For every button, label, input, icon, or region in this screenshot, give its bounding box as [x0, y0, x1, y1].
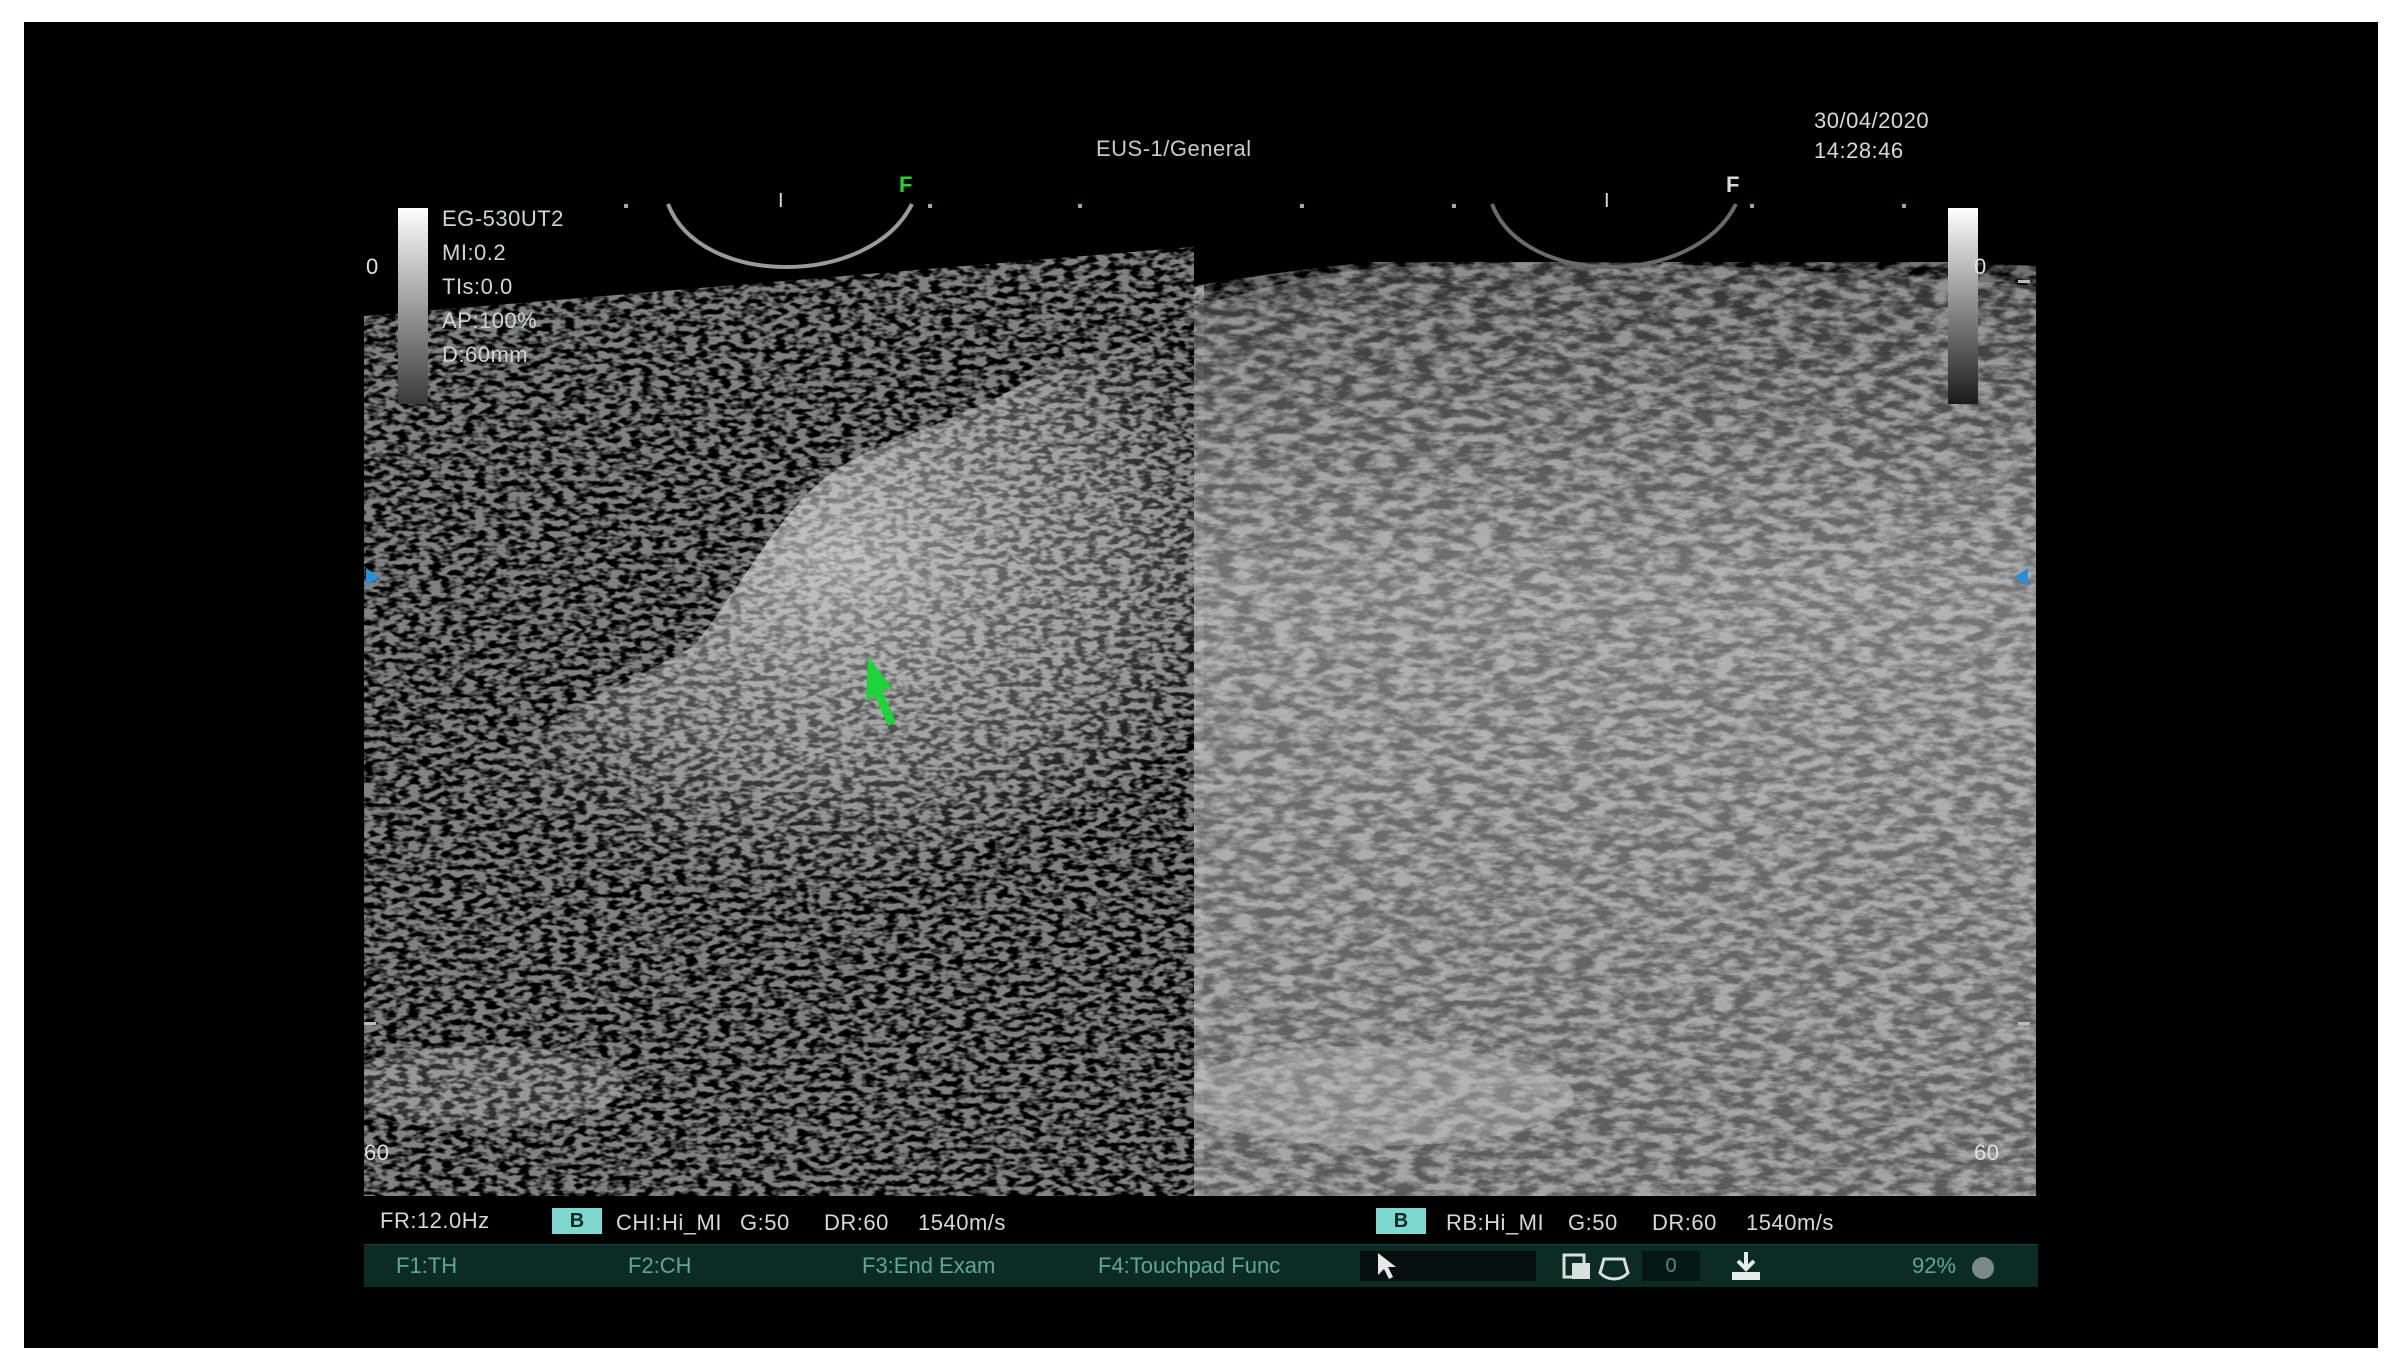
right-sonogram	[1194, 226, 2036, 1196]
left-depth-bottom: 60	[364, 1140, 390, 1165]
right-probe-arc-icon	[1490, 203, 1738, 269]
left-focus-mark: F	[899, 172, 913, 197]
touchpad-cursor-field[interactable]	[1360, 1251, 1536, 1281]
right-sound-speed: 1540m/s	[1746, 1210, 1834, 1235]
left-probe-arc-icon	[666, 203, 914, 269]
datetime: 30/04/2020 14:28:46	[1814, 106, 1929, 166]
right-dynamic-range: DR:60	[1652, 1210, 1717, 1235]
left-dynamic-range: DR:60	[824, 1210, 889, 1235]
left-gain: G:50	[740, 1210, 790, 1235]
left-sound-speed: 1540m/s	[918, 1210, 1006, 1235]
exam-date: 30/04/2020	[1814, 108, 1930, 133]
image-counter: 0	[1642, 1251, 1700, 1281]
thermal-index: TIs:0.0	[442, 274, 513, 299]
depth-setting: D:60mm	[442, 342, 529, 367]
right-gain: G:50	[1568, 1210, 1618, 1235]
save-image-icon[interactable]	[1560, 1249, 1596, 1283]
right-zero-tick	[2018, 280, 2030, 283]
probe-shape-icon[interactable]	[1596, 1249, 1632, 1283]
left-mode-badge: B	[552, 1208, 602, 1234]
left-sonogram	[364, 226, 1204, 1196]
download-icon[interactable]	[1726, 1248, 1766, 1284]
mechanical-index: MI:0.2	[442, 240, 507, 265]
acoustic-power: AP:100%	[442, 308, 538, 333]
pointer-cursor-icon	[1378, 1253, 1396, 1279]
right-center-mark: I	[1604, 190, 1611, 212]
function-key-bar: F1:TH F2:CH F3:End Exam F4:Touchpad Func…	[364, 1244, 2038, 1287]
storage-percent: 92%	[1912, 1253, 1957, 1278]
right-depth-top: 0	[1974, 254, 1987, 279]
right-focus-marker-icon	[2014, 568, 2028, 586]
right-focus-mark: F	[1726, 172, 1740, 197]
left-imaging-mode: CHI:Hi_MI	[616, 1210, 722, 1235]
f4-key[interactable]: F4:Touchpad Func	[1098, 1253, 1280, 1279]
status-row: FR:12.0Hz B CHI:Hi_MI G:50 DR:60 1540m/s…	[24, 1206, 2378, 1240]
left-depth-top: 0	[366, 254, 379, 279]
right-grayscale-bar	[1948, 208, 1978, 404]
status-dot-icon	[1972, 1257, 1994, 1279]
frame-rate: FR:12.0Hz	[380, 1208, 490, 1233]
f2-key[interactable]: F2:CH	[628, 1253, 692, 1279]
ultrasound-screen: EUS-1/General 30/04/2020 14:28:46 I I F …	[24, 22, 2378, 1348]
left-focus-marker-icon	[366, 568, 380, 586]
left-depth-tick	[364, 1022, 376, 1025]
exam-mode-title: EUS-1/General	[1096, 136, 1252, 161]
right-depth-bottom: 60	[1974, 1140, 2000, 1165]
f1-key[interactable]: F1:TH	[396, 1253, 457, 1279]
green-arrow-icon	[866, 656, 896, 726]
probe-model: EG-530UT2	[442, 206, 564, 231]
left-grayscale-bar	[398, 208, 428, 404]
right-mode-badge: B	[1376, 1208, 1426, 1234]
right-imaging-mode: RB:Hi_MI	[1446, 1210, 1545, 1235]
right-image-pane	[1194, 226, 2036, 1196]
f3-key[interactable]: F3:End Exam	[862, 1253, 995, 1279]
exam-time: 14:28:46	[1814, 138, 1904, 163]
right-depth-tick	[2018, 1022, 2030, 1025]
left-center-mark: I	[778, 190, 785, 212]
left-image-pane	[364, 226, 1204, 1196]
